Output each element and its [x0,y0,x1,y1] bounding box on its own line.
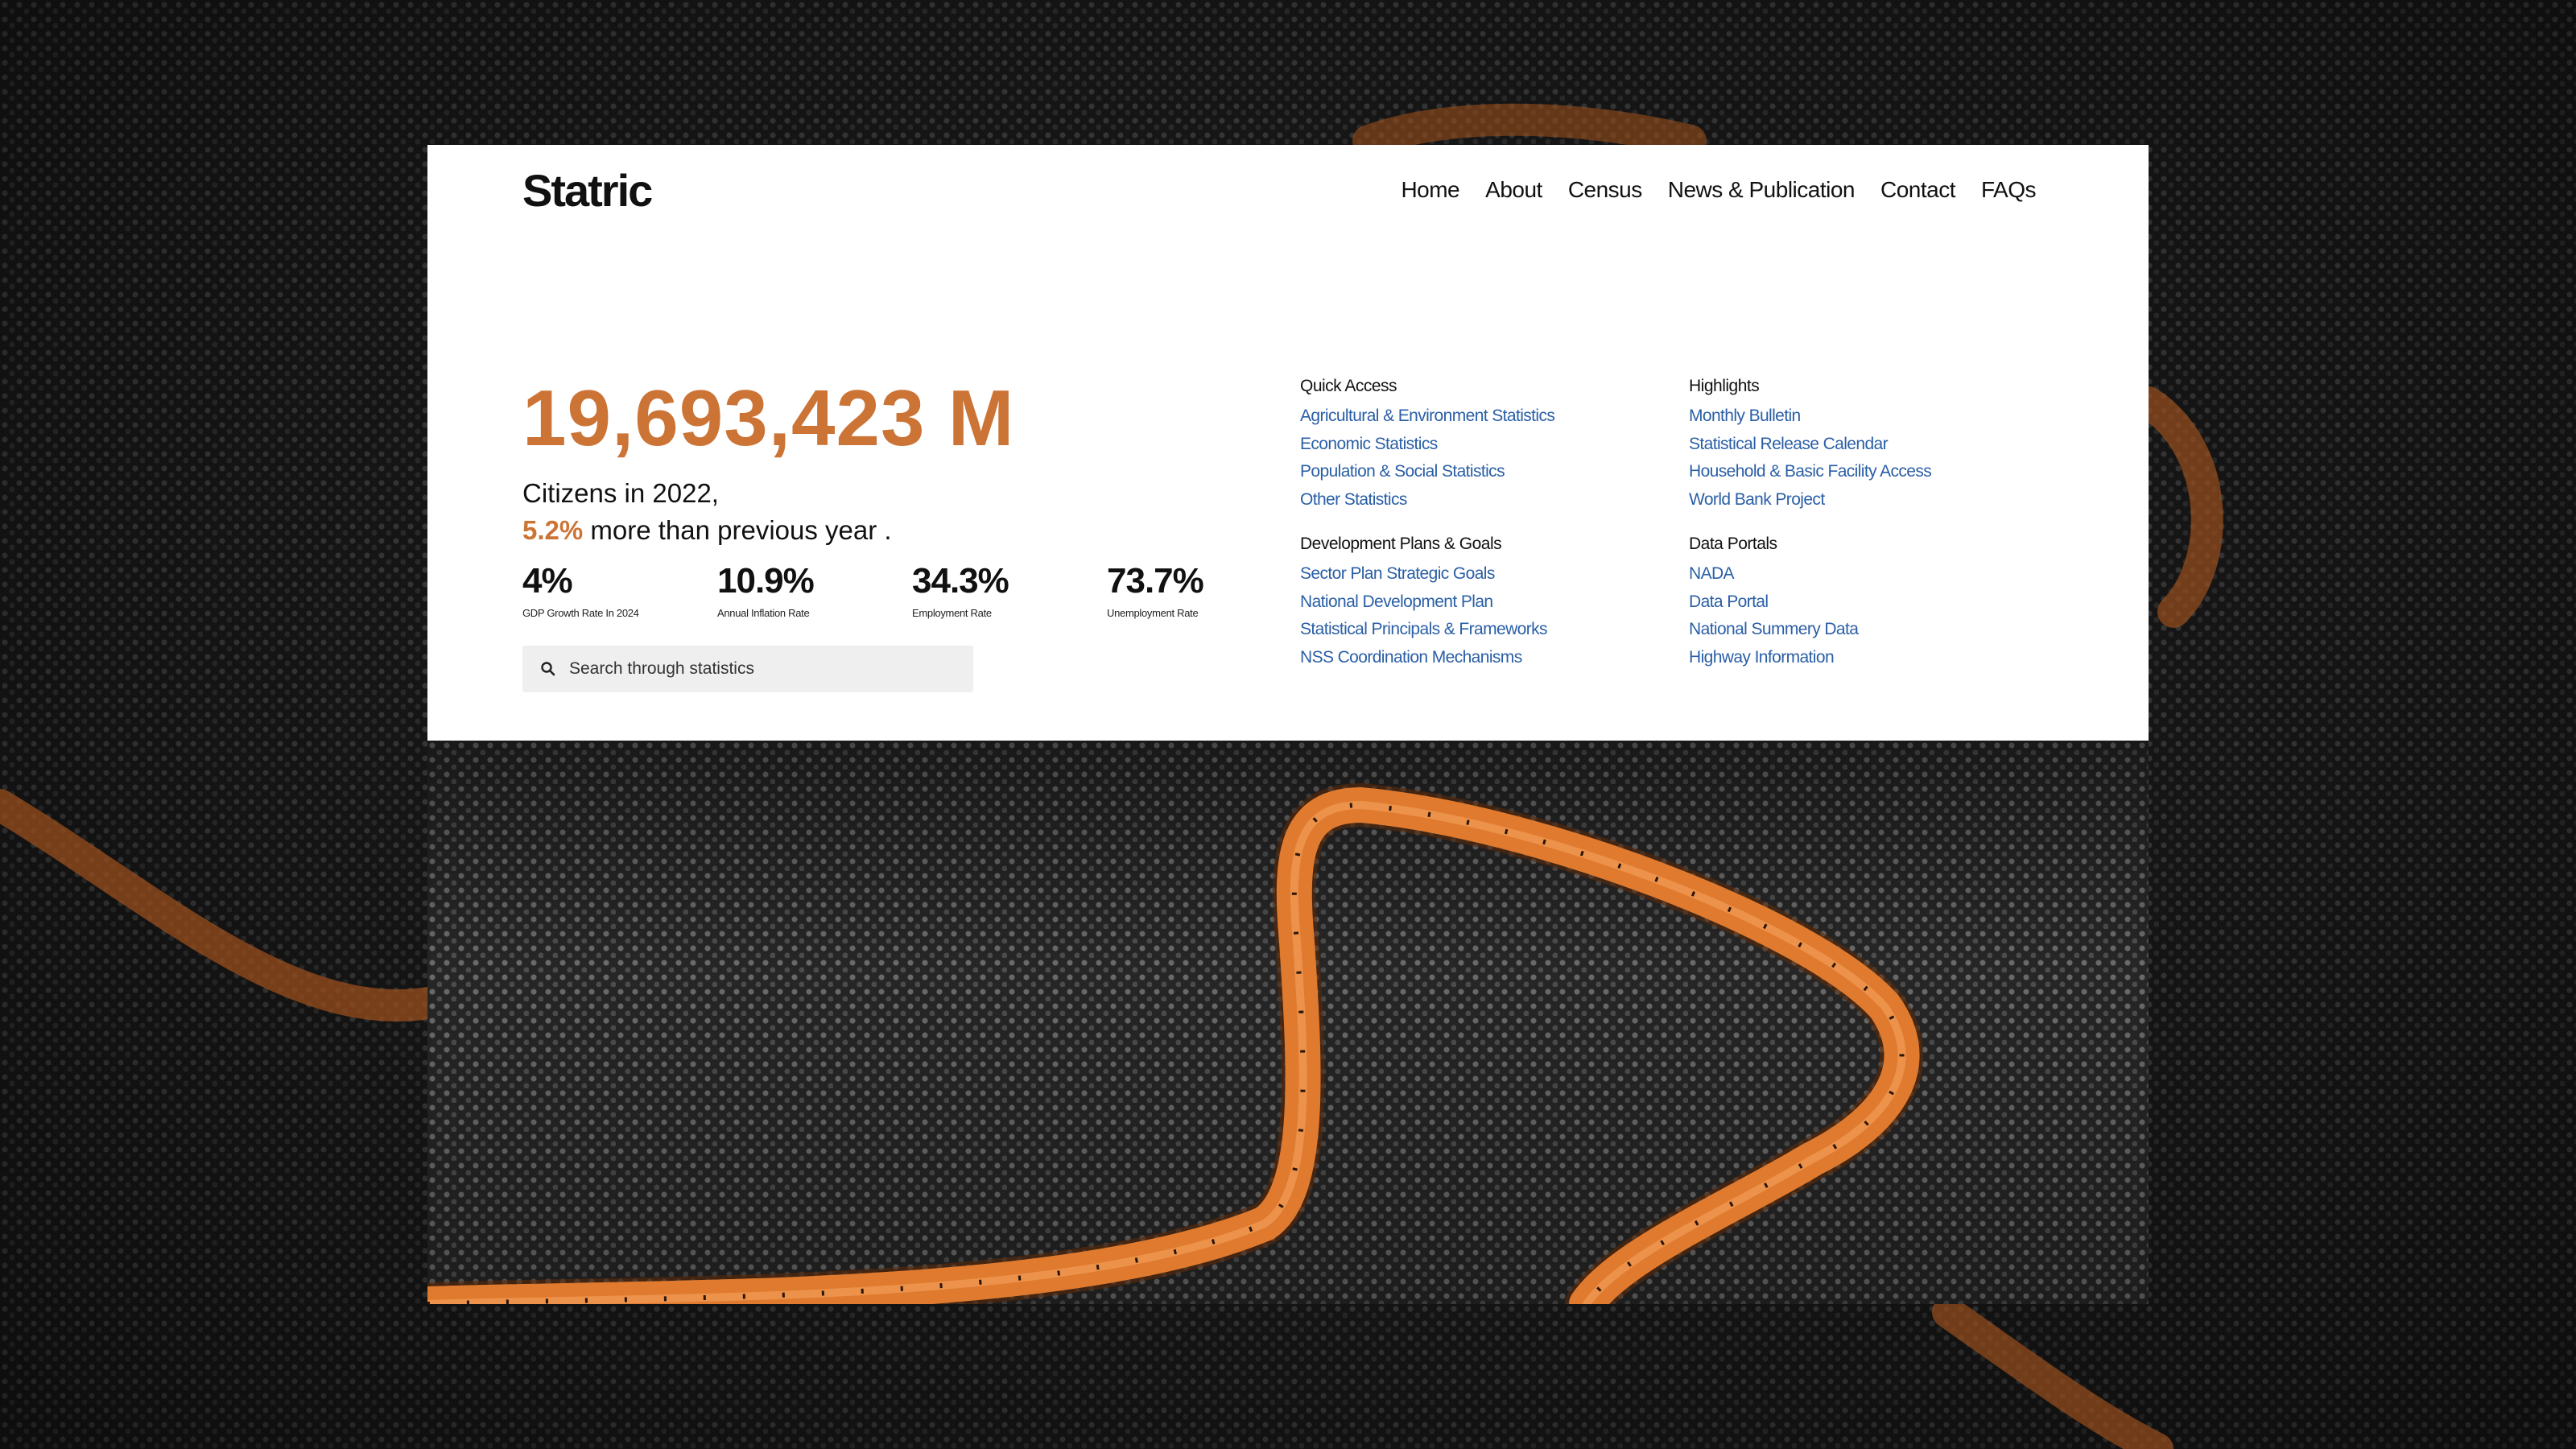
nav-faqs[interactable]: FAQs [1981,177,2037,203]
link-sector-plan[interactable]: Sector Plan Strategic Goals [1300,560,1678,588]
hero-line-2-rest: more than previous year . [583,515,892,545]
group-title: Development Plans & Goals [1300,535,1502,553]
header-section: Statric Home About Census News & Publica… [427,145,2149,741]
links-column-left: Quick Access Agricultural & Environment … [1300,377,1678,692]
link-monthly-bulletin[interactable]: Monthly Bulletin [1689,402,2067,431]
development-group: Development Plans & Goals Sector Plan St… [1300,535,1678,671]
search-input[interactable] [569,659,956,679]
stat-inflation: 10.9% Annual Inflation Rate [717,561,912,620]
group-title: Highlights [1689,377,1760,395]
stat-label: Employment Rate [912,607,992,619]
stat-value: 73.7% [1107,561,1204,601]
nav-news-publication[interactable]: News & Publication [1668,177,1856,203]
stat-employment: 34.3% Employment Rate [912,561,1107,620]
stat-gdp-growth: 4% GDP Growth Rate In 2024 [522,561,717,620]
link-nss-coordination[interactable]: NSS Coordination Mechanisms [1300,644,1678,672]
link-agricultural-environment[interactable]: Agricultural & Environment Statistics [1300,402,1678,431]
link-release-calendar[interactable]: Statistical Release Calendar [1689,431,2067,459]
main-card: Statric Home About Census News & Publica… [427,145,2149,1304]
main-nav: Home About Census News & Publication Con… [1401,177,2036,203]
stat-value: 4% [522,561,573,601]
hero: 19,693,423 M Citizens in 2022, 5.2% more… [522,378,1231,549]
link-data-portal[interactable]: Data Portal [1689,588,2067,617]
nav-about[interactable]: About [1485,177,1542,203]
stat-value: 10.9% [717,561,815,601]
nav-home[interactable]: Home [1401,177,1459,203]
stat-unemployment: 73.7% Unemployment Rate [1107,561,1302,620]
stat-label: Unemployment Rate [1107,607,1199,619]
link-statistical-principals[interactable]: Statistical Principals & Frameworks [1300,616,1678,644]
link-national-development-plan[interactable]: National Development Plan [1300,588,1678,617]
link-population-social[interactable]: Population & Social Statistics [1300,458,1678,486]
highlights-group: Highlights Monthly Bulletin Statistical … [1689,377,2067,514]
hero-subtitle: Citizens in 2022, 5.2% more than previou… [522,475,1231,549]
growth-percent: 5.2% [522,515,584,545]
links-column-right: Highlights Monthly Bulletin Statistical … [1689,377,2067,692]
hero-line-2: 5.2% more than previous year . [522,512,1231,549]
group-title: Data Portals [1689,535,1777,553]
link-economic-statistics[interactable]: Economic Statistics [1300,431,1678,459]
quick-access-group: Quick Access Agricultural & Environment … [1300,377,1678,514]
stat-label: GDP Growth Rate In 2024 [522,607,639,619]
hero-line-1: Citizens in 2022, [522,478,719,508]
nav-contact[interactable]: Contact [1880,177,1956,203]
stat-label: Annual Inflation Rate [717,607,810,619]
link-nada[interactable]: NADA [1689,560,2067,588]
link-highway-information[interactable]: Highway Information [1689,644,2067,672]
link-household-access[interactable]: Household & Basic Facility Access [1689,458,2067,486]
orange-rope-graphic [427,782,1924,1304]
link-other-statistics[interactable]: Other Statistics [1300,486,1678,514]
hero-image [427,741,2149,1304]
logo[interactable]: Statric [522,164,653,217]
stat-value: 34.3% [912,561,1009,601]
search-bar[interactable] [522,646,973,692]
search-icon [541,662,555,676]
data-portals-group: Data Portals NADA Data Portal National S… [1689,535,2067,671]
nav-census[interactable]: Census [1568,177,1642,203]
stats-row: 4% GDP Growth Rate In 2024 10.9% Annual … [522,561,1302,620]
group-title: Quick Access [1300,377,1397,395]
population-figure: 19,693,423 M [522,374,1015,462]
link-world-bank-project[interactable]: World Bank Project [1689,486,2067,514]
link-national-summery-data[interactable]: National Summery Data [1689,616,2067,644]
